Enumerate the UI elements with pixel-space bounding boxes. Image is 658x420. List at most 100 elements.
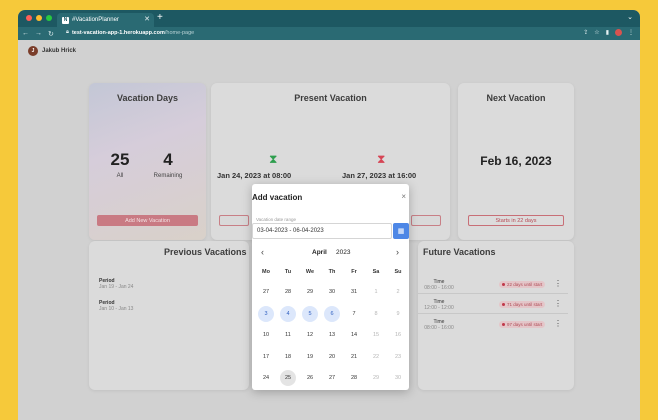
address-bar: ← → ↻ 🔒︎ test-vacation-app-1.herokuapp.c… xyxy=(18,27,640,40)
lock-icon: 🔒︎ xyxy=(66,29,69,35)
list-item[interactable]: Time 08:00 - 16:00 22 days until start ⋮ xyxy=(418,276,574,294)
all-days-value: 25 xyxy=(110,150,130,169)
calendar-day[interactable]: 4 xyxy=(280,305,296,322)
row-menu-icon[interactable]: ⋮ xyxy=(554,279,562,288)
calendar-day[interactable]: 25 xyxy=(280,370,296,386)
date-range-input[interactable]: 03-04-2023 - 06-04-2023 xyxy=(252,223,392,239)
calendar-month[interactable]: April xyxy=(312,249,327,256)
weekday-label: Tu xyxy=(284,269,292,275)
calendar-year[interactable]: 2023 xyxy=(336,249,350,256)
calendar-day[interactable]: 26 xyxy=(302,370,318,386)
time-value: 08:00 - 16:00 xyxy=(424,285,454,291)
url-field[interactable]: 🔒︎ test-vacation-app-1.herokuapp.com/hom… xyxy=(66,29,194,36)
calendar-day[interactable]: 17 xyxy=(258,349,274,365)
tab-close-icon[interactable]: ✕ xyxy=(144,15,150,23)
calendar-day[interactable]: 9 xyxy=(390,306,406,322)
calendar-icon[interactable]: ▦ xyxy=(393,223,409,239)
time-value: 08:00 - 16:00 xyxy=(424,325,454,331)
close-icon[interactable]: × xyxy=(401,192,406,201)
list-item[interactable]: Time 08:00 - 16:00 97 days until start ⋮ xyxy=(418,316,574,334)
present-start-text: Jan 24, 2023 at 08:00 xyxy=(217,171,292,180)
calendar-day[interactable]: 30 xyxy=(324,284,340,300)
calendar-day[interactable]: 27 xyxy=(258,284,274,300)
hourglass-end-icon: ⧗ xyxy=(377,152,386,166)
calendar-day[interactable]: 16 xyxy=(390,327,406,343)
badge-text: 71 days until start xyxy=(507,302,543,307)
calendar-day[interactable]: 20 xyxy=(324,349,340,365)
calendar-day[interactable]: 28 xyxy=(346,370,362,386)
maximize-window-button[interactable] xyxy=(46,15,52,21)
future-vacations-title: Future Vacations xyxy=(423,247,496,257)
row-menu-icon[interactable]: ⋮ xyxy=(554,319,562,328)
calendar-day[interactable]: 5 xyxy=(302,305,318,322)
extension-icon[interactable] xyxy=(615,29,622,36)
weekday-label: Fr xyxy=(351,269,357,275)
period-dates: Jan 19 - Jan 24 xyxy=(99,284,134,290)
calendar-day[interactable]: 21 xyxy=(346,349,362,365)
browser-window: N #VacationPlanner ✕ + ⌄ ← → ↻ 🔒︎ test-v… xyxy=(18,10,640,420)
calendar-day[interactable]: 24 xyxy=(258,370,274,386)
status-badge: 97 days until start xyxy=(499,321,546,328)
next-vacation-card: Next Vacation Feb 16, 2023 Starts in 22 … xyxy=(458,83,574,240)
calendar-day[interactable]: 3 xyxy=(258,305,274,322)
calendar-day[interactable]: 27 xyxy=(324,370,340,386)
calendar-day[interactable]: 18 xyxy=(280,349,296,365)
remaining-days-label: Remaining xyxy=(153,173,183,179)
new-tab-button[interactable]: + xyxy=(157,12,163,23)
calendar-day[interactable]: 1 xyxy=(368,284,384,300)
hourglass-start-icon: ⧗ xyxy=(269,152,278,166)
calendar-day[interactable]: 11 xyxy=(280,327,296,343)
calendar-day[interactable]: 31 xyxy=(346,284,362,300)
add-new-vacation-button[interactable]: Add New Vacation xyxy=(97,215,198,226)
favicon-icon: N xyxy=(62,16,69,24)
url-host: test-vacation-app-1.herokuapp.com xyxy=(71,29,165,36)
forward-icon[interactable]: → xyxy=(35,30,42,37)
calendar-day[interactable]: 23 xyxy=(390,349,406,365)
next-vacation-title: Next Vacation xyxy=(486,93,546,103)
badge-text: 97 days until start xyxy=(507,322,543,327)
calendar-day[interactable]: 19 xyxy=(302,349,318,365)
close-window-button[interactable] xyxy=(26,15,32,21)
present-action-button-2[interactable] xyxy=(411,215,441,226)
calendar-day[interactable]: 14 xyxy=(346,327,362,343)
calendar-day[interactable]: 30 xyxy=(390,370,406,386)
weekday-label: Th xyxy=(328,269,336,275)
present-action-button[interactable] xyxy=(219,215,249,226)
row-menu-icon[interactable]: ⋮ xyxy=(554,299,562,308)
sidebar-icon[interactable]: ▮ xyxy=(606,29,609,36)
modal-title: Add vacation xyxy=(252,193,303,202)
calendar-day[interactable]: 12 xyxy=(302,327,318,343)
calendar-day[interactable]: 29 xyxy=(302,284,318,300)
reload-icon[interactable]: ↻ xyxy=(48,30,54,38)
weekday-label: Su xyxy=(394,269,402,275)
previous-vacations-card: Previous Vacations Period Jan 19 - Jan 2… xyxy=(89,241,249,390)
list-item[interactable]: Period Jan 10 - Jan 13 xyxy=(99,300,133,312)
calendar-day[interactable]: 6 xyxy=(324,305,340,322)
browser-tab[interactable]: N #VacationPlanner ✕ xyxy=(57,13,154,27)
tab-list-chevron-icon[interactable]: ⌄ xyxy=(627,13,633,21)
share-icon[interactable]: ⇪ xyxy=(583,29,588,36)
user-info[interactable]: J Jakub Hrick xyxy=(28,46,76,56)
previous-vacations-title: Previous Vacations xyxy=(164,247,247,257)
status-badge: 22 days until start xyxy=(499,281,546,288)
calendar-day[interactable]: 15 xyxy=(368,327,384,343)
next-month-icon[interactable]: › xyxy=(396,247,399,257)
list-item[interactable]: Period Jan 19 - Jan 24 xyxy=(99,278,133,290)
weekday-label: Sa xyxy=(372,269,380,275)
calendar-day[interactable]: 13 xyxy=(324,327,340,343)
calendar-day[interactable]: 22 xyxy=(368,349,384,365)
minimize-window-button[interactable] xyxy=(36,15,42,21)
calendar-day[interactable]: 8 xyxy=(368,306,384,322)
bookmark-star-icon[interactable]: ☆ xyxy=(594,29,599,36)
calendar-day[interactable]: 2 xyxy=(390,284,406,300)
menu-kebab-icon[interactable]: ⋮ xyxy=(628,29,634,36)
calendar-day[interactable]: 7 xyxy=(346,306,362,322)
status-badge: 71 days until start xyxy=(499,301,546,308)
calendar-day[interactable]: 28 xyxy=(280,284,296,300)
list-item[interactable]: Time 12:00 - 12:00 71 days until start ⋮ xyxy=(418,296,574,314)
back-icon[interactable]: ← xyxy=(22,30,29,37)
calendar-day[interactable]: 29 xyxy=(368,370,384,386)
starts-in-badge[interactable]: Starts in 22 days xyxy=(468,215,564,226)
calendar-day[interactable]: 10 xyxy=(258,327,274,343)
prev-month-icon[interactable]: ‹ xyxy=(261,247,264,257)
